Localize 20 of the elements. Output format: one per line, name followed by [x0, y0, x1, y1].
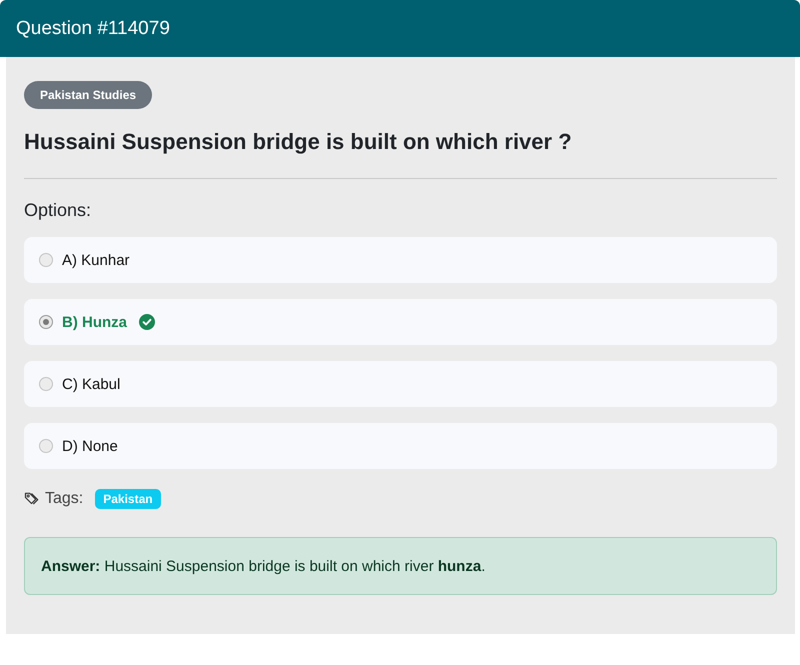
tags-label: Tags: [45, 490, 84, 508]
radio-button[interactable] [39, 253, 53, 267]
check-circle-icon [139, 314, 155, 330]
options-heading: Options: [24, 199, 92, 222]
radio-button[interactable] [39, 439, 53, 453]
option-label: A) Kunhar [62, 252, 130, 268]
option-label: B) Hunza [62, 314, 127, 330]
radio-button[interactable] [39, 315, 53, 329]
answer-text: Answer: Hussaini Suspension bridge is built on which river hunza. [24, 537, 777, 595]
option-card[interactable]: B) Hunza [24, 299, 777, 345]
option-card[interactable]: A) Kunhar [24, 237, 777, 283]
option-card[interactable]: D) None [24, 423, 777, 469]
radio-button[interactable] [39, 377, 53, 391]
option-label: D) None [62, 438, 118, 454]
question-number-title: Question #114079 [16, 18, 170, 40]
question-text: Hussaini Suspension bridge is built on which river ? [24, 128, 573, 156]
tags-icon [24, 491, 40, 507]
option-label: C) Kabul [62, 376, 120, 392]
option-card[interactable]: C) Kabul [24, 361, 777, 407]
category-badge: Pakistan Studies [24, 81, 152, 109]
